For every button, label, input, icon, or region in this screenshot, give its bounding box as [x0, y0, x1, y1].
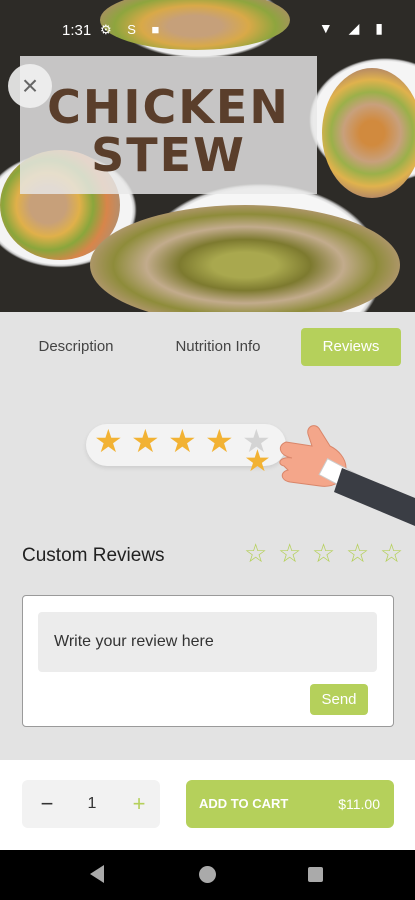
- status-time: 1:31: [62, 22, 92, 39]
- tab-nutrition-info[interactable]: Nutrition Info: [162, 328, 274, 366]
- quantity-value: 1: [87, 795, 97, 812]
- dish-title-line1: CHICKEN: [47, 80, 290, 134]
- price-label: $11.00: [338, 796, 380, 812]
- illus-star-icon: ★: [94, 423, 123, 459]
- tab-bar: Description Nutrition Info Reviews: [0, 312, 415, 384]
- decrement-button[interactable]: −: [32, 780, 62, 828]
- status-bar: 1:31 ⚙ S ■ ▼ ◢ ▮: [0, 0, 415, 40]
- status-system-icons: ▼ ◢ ▮: [318, 20, 389, 36]
- rating-star-icon[interactable]: ☆: [278, 540, 302, 566]
- home-icon[interactable]: [199, 866, 216, 883]
- hero-image: 1:31 ⚙ S ■ ▼ ◢ ▮ CHICKEN STEW ×: [0, 0, 415, 312]
- rating-star-icon[interactable]: ☆: [312, 540, 336, 566]
- illus-star-held-icon: ★: [244, 445, 271, 478]
- illus-star-icon: ★: [168, 423, 197, 459]
- review-card: Send: [22, 595, 394, 727]
- system-nav-bar: [0, 850, 415, 900]
- add-to-cart-button[interactable]: ADD TO CART $11.00: [186, 780, 394, 828]
- tab-description[interactable]: Description: [22, 328, 130, 366]
- hand-icon: [279, 425, 415, 526]
- status-notification-icons: ⚙ S ■: [100, 22, 166, 37]
- custom-reviews-heading: Custom Reviews: [22, 545, 165, 566]
- food-sprouts-center: [90, 205, 400, 312]
- illus-star-icon: ★: [205, 423, 234, 459]
- title-overlay: CHICKEN STEW: [20, 56, 317, 194]
- food-stew-right: [322, 68, 415, 198]
- close-button[interactable]: ×: [8, 64, 52, 108]
- increment-button[interactable]: +: [124, 780, 154, 828]
- rating-star-icon[interactable]: ☆: [380, 540, 404, 566]
- dish-title-line2: STEW: [91, 128, 246, 182]
- review-input[interactable]: [38, 612, 377, 672]
- star-rating-input: ☆ ☆ ☆ ☆ ☆: [244, 540, 409, 567]
- back-icon[interactable]: [90, 865, 104, 883]
- add-to-cart-label: ADD TO CART: [199, 796, 289, 811]
- recents-icon[interactable]: [308, 867, 323, 882]
- rating-illustration: ★ ★ ★ ★ ★ ★: [84, 416, 415, 526]
- send-button[interactable]: Send: [310, 684, 368, 715]
- bottom-bar: − 1 + ADD TO CART $11.00: [0, 760, 415, 850]
- illus-star-icon: ★: [131, 423, 160, 459]
- quantity-stepper: − 1 +: [22, 780, 160, 828]
- close-icon: ×: [21, 70, 39, 101]
- rating-star-icon[interactable]: ☆: [346, 540, 370, 566]
- tab-reviews[interactable]: Reviews: [301, 328, 401, 366]
- rating-star-icon[interactable]: ☆: [244, 540, 268, 566]
